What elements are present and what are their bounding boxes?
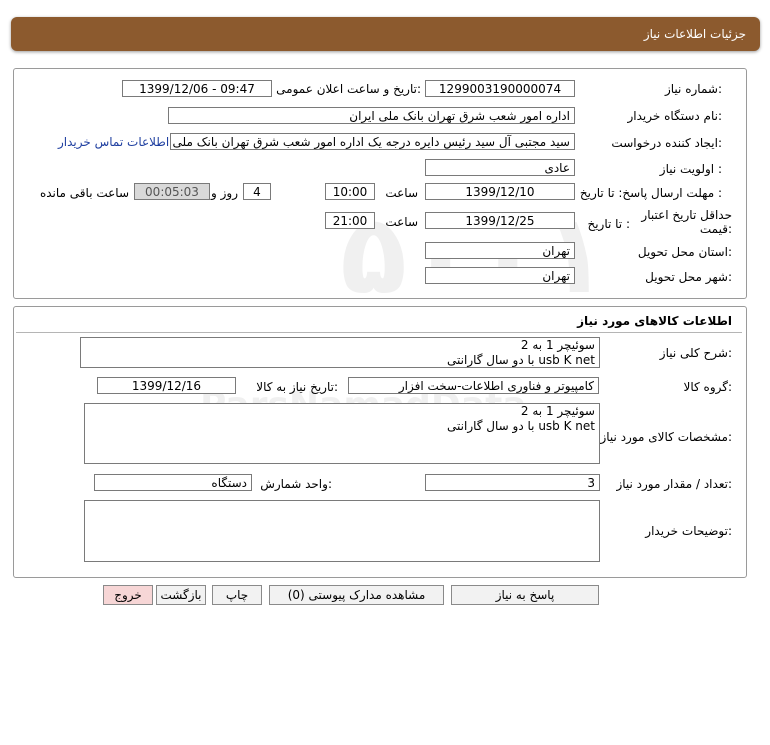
buyer-org-field: اداره امور شعب شرق تهران بانک ملی ایران <box>168 107 575 124</box>
need-desc-line2: usb K net با دو سال گارانتی <box>447 353 595 367</box>
need-date-label: تاریخ نیاز به کالا: <box>256 380 338 394</box>
days-label: روز و <box>211 186 238 200</box>
need-info-panel <box>13 68 747 299</box>
city-label: شهر محل تحویل: <box>645 270 732 284</box>
need-number-field: 1299003190000074 <box>425 80 575 97</box>
need-desc-line1: سوئیچر 1 به 2 <box>520 338 595 352</box>
remaining-timer: 00:05:03 <box>134 183 210 200</box>
need-desc-label: شرح کلی نیاز: <box>659 346 732 360</box>
validity-time-field: 21:00 <box>325 212 375 229</box>
validity-label: حداقل تاریخ اعتبار قیمت: <box>637 208 732 236</box>
validity-label-text: حداقل تاریخ اعتبار قیمت: <box>641 208 732 236</box>
need-date-field: 1399/12/16 <box>97 377 236 394</box>
buyer-org-label: نام دستگاه خریدار: <box>627 109 723 123</box>
validity-date-field: 1399/12/25 <box>425 212 575 229</box>
city-field: تهران <box>425 267 575 284</box>
goods-title-divider <box>16 332 742 333</box>
remaining-label: ساعت باقی مانده <box>39 186 129 200</box>
spec-line2: usb K net با دو سال گارانتی <box>447 419 595 433</box>
buyer-contact-link[interactable]: اطلاعات تماس خریدار <box>58 135 169 149</box>
goods-group-label: گروه کالا: <box>683 380 733 394</box>
print-button[interactable]: چاپ <box>212 585 262 605</box>
page-header: جزئیات اطلاعات نیاز <box>11 17 760 51</box>
qty-field: 3 <box>425 474 600 491</box>
creator-field: سید مجتبی آل سید رئیس دایره درجه یک ادار… <box>170 133 575 150</box>
need-number-label: شماره نیاز: <box>664 82 722 96</box>
page-title: جزئیات اطلاعات نیاز <box>643 27 746 41</box>
announce-label: تاریخ و ساعت اعلان عمومی: <box>276 82 421 96</box>
goods-group-field: کامپیوتر و فناوری اطلاعات-سخت افزار <box>348 377 599 394</box>
validity-to-label: تا تاریخ : <box>587 217 630 231</box>
spec-field: سوئیچر 1 به 2 usb K net با دو سال گارانت… <box>84 403 600 464</box>
exit-button[interactable]: خروج <box>103 585 153 605</box>
goods-section-title: اطلاعات کالاهای مورد نیاز <box>577 314 732 328</box>
send-time-label: ساعت <box>385 186 418 200</box>
send-deadline-label: مهلت ارسال پاسخ: تا تاریخ : <box>579 186 722 200</box>
province-label: استان محل تحویل: <box>637 245 732 259</box>
buyer-notes-label: توضیحات خریدار: <box>645 524 732 538</box>
reply-button[interactable]: پاسخ به نیاز <box>451 585 599 605</box>
announce-field: 1399/12/06 - 09:47 <box>122 80 272 97</box>
spec-label: مشخصات کالای مورد نیاز: <box>600 430 732 444</box>
send-time-field: 10:00 <box>325 183 375 200</box>
validity-time-label: ساعت <box>385 215 418 229</box>
back-button[interactable]: بازگشت <box>156 585 206 605</box>
send-date-field: 1399/12/10 <box>425 183 575 200</box>
priority-label: اولویت نیاز : <box>659 162 722 176</box>
spec-line1: سوئیچر 1 به 2 <box>520 404 595 418</box>
view-attachments-button[interactable]: مشاهده مدارک پیوستی (0) <box>269 585 444 605</box>
need-desc-field: سوئیچر 1 به 2 usb K net با دو سال گارانت… <box>80 337 600 368</box>
unit-field: دستگاه <box>94 474 252 491</box>
days-field: 4 <box>243 183 271 200</box>
buyer-notes-field <box>84 500 600 562</box>
priority-field: عادی <box>425 159 575 176</box>
creator-label: ایجاد کننده درخواست: <box>611 136 722 150</box>
qty-label: تعداد / مقدار مورد نیاز: <box>616 477 732 491</box>
province-field: تهران <box>425 242 575 259</box>
unit-label: واحد شمارش: <box>260 477 332 491</box>
